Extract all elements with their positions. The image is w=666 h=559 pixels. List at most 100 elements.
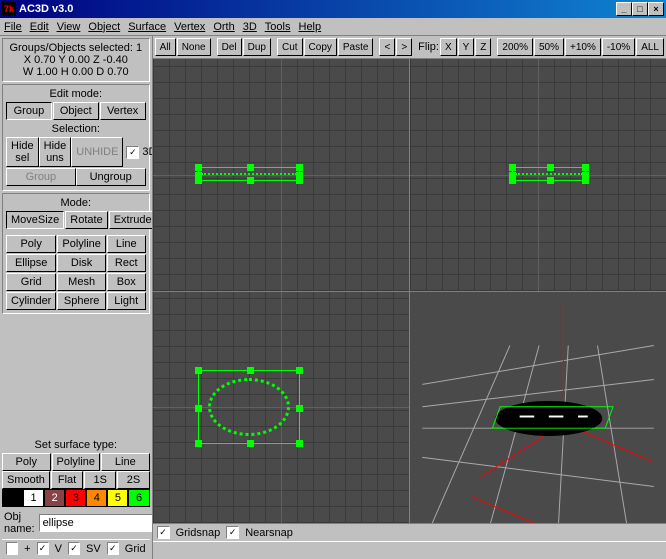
- dup-button[interactable]: Dup: [243, 38, 271, 56]
- viewport-front[interactable]: [153, 59, 409, 291]
- color-swatch-0[interactable]: [2, 489, 23, 507]
- flip-x-button[interactable]: X: [440, 38, 457, 56]
- surface-title: Set surface type:: [2, 439, 150, 451]
- grid-button[interactable]: Grid: [6, 273, 56, 291]
- menu-file[interactable]: File: [4, 21, 22, 33]
- menu-view[interactable]: View: [57, 21, 81, 33]
- next-button[interactable]: >: [396, 38, 412, 56]
- rect-button[interactable]: Rect: [107, 254, 146, 272]
- surface-panel: Set surface type: Poly Polyline Line Smo…: [2, 439, 150, 507]
- color-swatch-4[interactable]: 4: [86, 489, 107, 507]
- sel-all-button[interactable]: All: [155, 38, 176, 56]
- plus-checkbox[interactable]: [6, 542, 18, 555]
- menu-orth[interactable]: Orth: [213, 21, 234, 33]
- group-button[interactable]: Group: [6, 168, 76, 186]
- sidebar: Groups/Objects selected: 1 X 0.70 Y 0.00…: [0, 36, 153, 559]
- edit-mode-group-button[interactable]: Group: [6, 102, 52, 120]
- surf-line-button[interactable]: Line: [101, 453, 150, 471]
- sv-checkbox[interactable]: ✓: [68, 542, 80, 555]
- flip-z-button[interactable]: Z: [475, 38, 491, 56]
- box-button[interactable]: Box: [107, 273, 146, 291]
- viewport-options: ✓Gridsnap ✓Nearsnap: [153, 523, 666, 541]
- poly-button[interactable]: Poly: [6, 235, 56, 253]
- menu-help[interactable]: Help: [298, 21, 321, 33]
- grid-checkbox[interactable]: ✓: [107, 542, 119, 555]
- zoom-50-button[interactable]: 50%: [534, 38, 564, 56]
- copy-button[interactable]: Copy: [304, 38, 337, 56]
- bottom-options: + ✓V ✓SV ✓Grid: [2, 539, 150, 557]
- movesize-button[interactable]: MoveSize: [6, 211, 64, 229]
- viewport-side[interactable]: [410, 59, 666, 291]
- paste-button[interactable]: Paste: [338, 38, 374, 56]
- menu-tools[interactable]: Tools: [265, 21, 291, 33]
- v-checkbox[interactable]: ✓: [37, 542, 49, 555]
- close-button[interactable]: ×: [648, 2, 664, 16]
- surf-polyline-button[interactable]: Polyline: [52, 453, 101, 471]
- grid-label: Grid: [125, 543, 146, 555]
- window-title: AC3D v3.0: [19, 3, 616, 15]
- line-button[interactable]: Line: [107, 235, 146, 253]
- surf-poly-button[interactable]: Poly: [2, 453, 51, 471]
- coords-readout: X 0.70 Y 0.00 Z -0.40: [6, 54, 146, 66]
- zoom-plus10-button[interactable]: +10%: [565, 38, 601, 56]
- 3d-checkbox[interactable]: ✓: [126, 146, 139, 159]
- cut-button[interactable]: Cut: [277, 38, 303, 56]
- viewports: [153, 59, 666, 523]
- zoom-minus10-button[interactable]: -10%: [602, 38, 635, 56]
- zoom-all-button[interactable]: ALL: [636, 38, 664, 56]
- sv-label: SV: [86, 543, 101, 555]
- edit-mode-object-button[interactable]: Object: [53, 102, 99, 120]
- menu-3d[interactable]: 3D: [243, 21, 257, 33]
- nearsnap-checkbox[interactable]: ✓: [226, 526, 239, 539]
- edit-mode-title: Edit mode:: [6, 88, 146, 100]
- viewport-3d[interactable]: [410, 292, 666, 524]
- nearsnap-label: Nearsnap: [245, 527, 293, 539]
- viewport-top[interactable]: [153, 292, 409, 524]
- menu-vertex[interactable]: Vertex: [174, 21, 205, 33]
- cylinder-button[interactable]: Cylinder: [6, 292, 56, 310]
- disk-button[interactable]: Disk: [57, 254, 106, 272]
- del-button[interactable]: Del: [217, 38, 242, 56]
- maximize-button[interactable]: □: [632, 2, 648, 16]
- menu-edit[interactable]: Edit: [30, 21, 49, 33]
- prev-button[interactable]: <: [379, 38, 395, 56]
- surf-flat-button[interactable]: Flat: [51, 471, 83, 489]
- gridsnap-checkbox[interactable]: ✓: [157, 526, 170, 539]
- sel-none-button[interactable]: None: [177, 38, 211, 56]
- minimize-button[interactable]: _: [616, 2, 632, 16]
- color-palette: 1 2 3 4 5 6: [2, 489, 150, 507]
- plus-label: +: [24, 543, 30, 555]
- polyline-button[interactable]: Polyline: [57, 235, 106, 253]
- mesh-button[interactable]: Mesh: [57, 273, 106, 291]
- color-swatch-1[interactable]: 1: [23, 489, 44, 507]
- menu-object[interactable]: Object: [88, 21, 120, 33]
- ungroup-button[interactable]: Ungroup: [76, 168, 146, 186]
- obj-name-input[interactable]: [39, 514, 153, 532]
- sphere-button[interactable]: Sphere: [57, 292, 106, 310]
- menubar: File Edit View Object Surface Vertex Ort…: [0, 18, 666, 36]
- zoom-200-button[interactable]: 200%: [497, 38, 533, 56]
- unhide-button[interactable]: UNHIDE: [71, 137, 123, 167]
- 3d-label: 3D: [142, 146, 152, 158]
- flip-y-button[interactable]: Y: [458, 38, 475, 56]
- ellipse-button[interactable]: Ellipse: [6, 254, 56, 272]
- surf-2s-button[interactable]: 2S: [117, 471, 149, 489]
- color-swatch-2[interactable]: 2: [44, 489, 65, 507]
- color-swatch-3[interactable]: 3: [65, 489, 86, 507]
- hide-uns-button[interactable]: Hide uns: [39, 137, 72, 167]
- obj-name-label: Obj name:: [4, 511, 35, 535]
- mode-panel: Mode: MoveSize Rotate Extrude Poly Polyl…: [2, 193, 150, 314]
- status-bar: [153, 541, 666, 559]
- toolbar: All None Del Dup Cut Copy Paste < > Flip…: [153, 36, 666, 59]
- color-swatch-6[interactable]: 6: [128, 489, 149, 507]
- content-area: All None Del Dup Cut Copy Paste < > Flip…: [153, 36, 666, 559]
- edit-mode-vertex-button[interactable]: Vertex: [100, 102, 146, 120]
- extrude-button[interactable]: Extrude: [109, 211, 153, 229]
- surf-1s-button[interactable]: 1S: [84, 471, 116, 489]
- menu-surface[interactable]: Surface: [128, 21, 166, 33]
- light-button[interactable]: Light: [107, 292, 146, 310]
- surf-smooth-button[interactable]: Smooth: [2, 471, 50, 489]
- hide-sel-button[interactable]: Hide sel: [6, 137, 39, 167]
- rotate-button[interactable]: Rotate: [65, 211, 107, 229]
- color-swatch-5[interactable]: 5: [107, 489, 128, 507]
